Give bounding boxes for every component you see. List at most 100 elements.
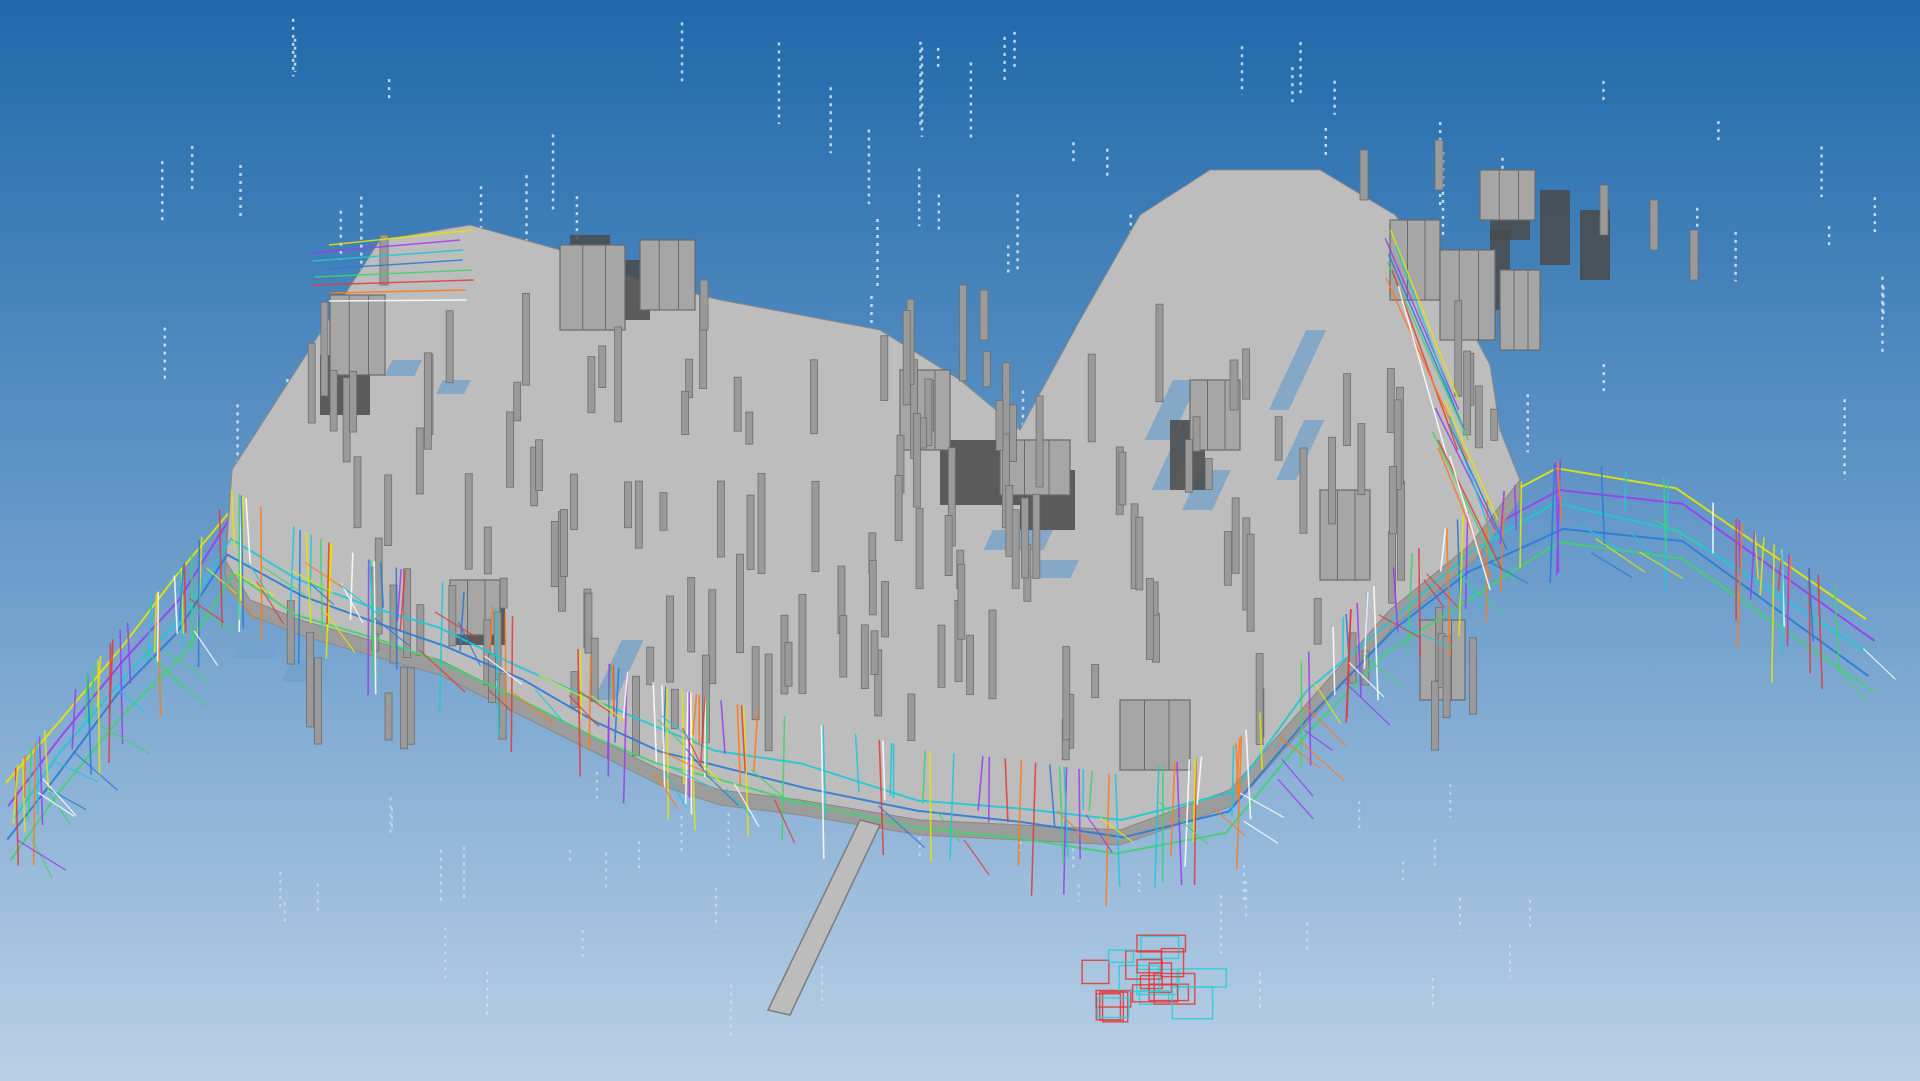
column: [522, 292, 530, 386]
column: [751, 646, 760, 721]
column: [646, 646, 655, 686]
column: [399, 666, 408, 750]
column: [1431, 680, 1439, 751]
column: [1469, 637, 1477, 715]
column: [1009, 404, 1017, 462]
column: [666, 595, 674, 683]
column: [1145, 578, 1154, 660]
column: [1490, 408, 1499, 441]
column: [1223, 531, 1232, 586]
column: [320, 301, 329, 397]
3d-model-viewport[interactable]: [0, 0, 1920, 1081]
column: [982, 351, 991, 388]
column: [416, 604, 425, 657]
column: [1005, 485, 1014, 557]
column: [1386, 368, 1395, 433]
column: [717, 480, 725, 558]
steel-member: [987, 756, 991, 823]
steel-member: [367, 559, 370, 696]
column: [535, 439, 543, 492]
column: [1155, 303, 1164, 403]
steel-beam-line: [328, 299, 467, 302]
steel-member: [611, 665, 615, 707]
column: [1255, 653, 1264, 746]
steel-member: [197, 540, 201, 667]
column: [839, 615, 848, 678]
column: [957, 563, 966, 640]
column: [881, 581, 889, 638]
core-wall: [639, 239, 696, 311]
column: [1087, 353, 1096, 443]
building-model-scene[interactable]: [0, 0, 1920, 1081]
column: [979, 289, 989, 341]
column: [1343, 373, 1351, 446]
column: [306, 631, 314, 728]
column: [448, 585, 457, 647]
column: [870, 630, 879, 676]
column: [937, 624, 946, 688]
column: [764, 653, 773, 752]
column: [1474, 385, 1483, 449]
steel-member: [929, 750, 932, 862]
column: [894, 475, 903, 541]
column: [988, 609, 997, 700]
column: [745, 411, 754, 445]
column: [1135, 516, 1144, 591]
column: [587, 356, 596, 414]
steel-member: [607, 663, 610, 777]
column: [1021, 497, 1029, 579]
core-wall: [1319, 489, 1371, 581]
column: [1246, 533, 1255, 632]
column: [959, 284, 967, 382]
column: [634, 480, 643, 549]
core-wall: [1119, 699, 1191, 771]
column: [687, 577, 696, 653]
column: [1434, 139, 1444, 191]
column: [353, 456, 362, 529]
column: [907, 693, 916, 741]
column: [736, 553, 744, 654]
column: [506, 411, 514, 488]
column: [880, 335, 889, 401]
column: [1313, 598, 1322, 645]
column: [329, 369, 338, 432]
column: [1649, 199, 1659, 251]
column: [1204, 458, 1213, 491]
column: [570, 473, 578, 530]
column: [560, 509, 568, 577]
column: [1035, 395, 1044, 488]
steel-member: [1624, 470, 1627, 512]
column: [384, 474, 393, 546]
column: [733, 376, 742, 432]
column: [699, 279, 709, 331]
column: [1192, 416, 1201, 452]
column: [590, 637, 599, 702]
column: [624, 481, 632, 529]
column: [513, 381, 522, 422]
steel-member: [23, 755, 27, 799]
column: [483, 526, 492, 575]
column: [307, 342, 316, 424]
column: [1389, 466, 1397, 535]
column: [1274, 416, 1283, 461]
column: [423, 352, 432, 450]
column: [314, 657, 322, 745]
column: [1328, 436, 1337, 525]
column: [1229, 359, 1239, 411]
column: [1185, 439, 1193, 493]
column: [912, 412, 921, 508]
column: [499, 577, 508, 609]
core-wall: [1439, 249, 1496, 341]
column: [379, 234, 389, 286]
column: [811, 480, 820, 573]
column: [614, 326, 623, 423]
core-wall: [1479, 169, 1536, 221]
slab-opening: [233, 640, 282, 658]
column: [1357, 423, 1366, 495]
column: [798, 594, 807, 694]
column: [1032, 493, 1041, 579]
steel-member: [260, 506, 263, 641]
column: [598, 345, 607, 388]
column: [966, 634, 975, 695]
column: [1118, 451, 1127, 506]
